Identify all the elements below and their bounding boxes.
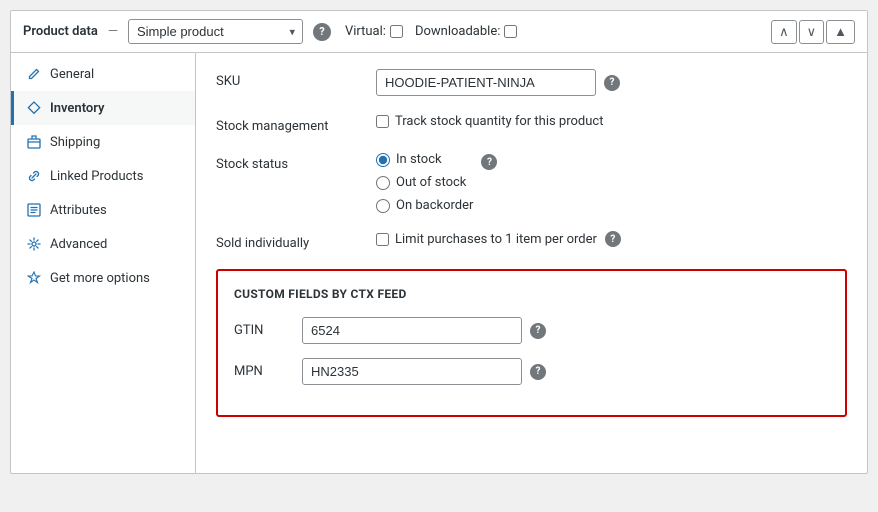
sold-individually-label: Sold individually xyxy=(216,231,376,251)
package-icon xyxy=(26,134,42,150)
product-type-help-icon[interactable]: ? xyxy=(313,23,331,41)
sold-individually-checkbox-label[interactable]: Limit purchases to 1 item per order xyxy=(376,232,597,247)
sidebar: General Inventory Shipp xyxy=(11,53,196,473)
downloadable-label: Downloadable: xyxy=(415,24,500,39)
product-data-panel: Product data — Simple product Grouped pr… xyxy=(10,10,868,474)
sku-label: SKU xyxy=(216,69,376,89)
stock-status-instock-label[interactable]: In stock xyxy=(376,152,473,167)
stock-status-instock-text: In stock xyxy=(396,152,442,167)
panel-body: General Inventory Shipp xyxy=(11,53,867,473)
header-nav-buttons: ∧ ∨ ▲ xyxy=(771,20,855,44)
stock-status-outofstock-text: Out of stock xyxy=(396,175,466,190)
sidebar-item-shipping-label: Shipping xyxy=(50,135,100,150)
mpn-label: MPN xyxy=(234,364,294,379)
stock-management-row: Stock management Track stock quantity fo… xyxy=(216,114,847,134)
sidebar-item-advanced-label: Advanced xyxy=(50,237,107,252)
sku-help-icon[interactable]: ? xyxy=(604,75,620,91)
downloadable-checkbox-label[interactable]: Downloadable: xyxy=(415,24,517,39)
list-icon xyxy=(26,202,42,218)
sidebar-item-get-more-options-label: Get more options xyxy=(50,271,150,286)
mpn-input[interactable] xyxy=(302,358,522,385)
nav-up-button[interactable]: ∧ xyxy=(771,20,797,44)
sidebar-item-linked-products-label: Linked Products xyxy=(50,169,143,184)
downloadable-checkbox[interactable] xyxy=(504,25,517,38)
stock-status-label: Stock status xyxy=(216,152,376,172)
sku-row: SKU ? xyxy=(216,69,847,96)
sidebar-item-inventory-label: Inventory xyxy=(50,101,105,116)
stock-status-outofstock-label[interactable]: Out of stock xyxy=(376,175,473,190)
virtual-checkbox[interactable] xyxy=(390,25,403,38)
sidebar-item-advanced[interactable]: Advanced xyxy=(11,227,195,261)
gear-icon xyxy=(26,236,42,252)
stock-status-outofstock-radio[interactable] xyxy=(376,176,390,190)
product-type-select[interactable]: Simple product Grouped product External/… xyxy=(128,19,303,44)
sidebar-item-general[interactable]: General xyxy=(11,57,195,91)
stock-status-row: Stock status In stock Out of stock xyxy=(216,152,847,213)
sidebar-item-shipping[interactable]: Shipping xyxy=(11,125,195,159)
stock-status-radio-group: In stock Out of stock On backorder xyxy=(376,152,473,213)
gtin-help-icon[interactable]: ? xyxy=(530,323,546,339)
virtual-checkbox-label[interactable]: Virtual: xyxy=(345,24,403,39)
panel-title: Product data xyxy=(23,24,98,39)
stock-status-instock-radio[interactable] xyxy=(376,153,390,167)
custom-fields-title: CUSTOM FIELDS by CTX Feed xyxy=(234,287,829,301)
sold-individually-row: Sold individually Limit purchases to 1 i… xyxy=(216,231,847,251)
stock-management-checkbox-text: Track stock quantity for this product xyxy=(395,114,603,129)
virtual-label: Virtual: xyxy=(345,24,386,39)
sku-input[interactable] xyxy=(376,69,596,96)
sold-individually-checkbox[interactable] xyxy=(376,233,389,246)
star-icon xyxy=(26,270,42,286)
header-separator: — xyxy=(108,24,118,39)
sold-individually-checkbox-text: Limit purchases to 1 item per order xyxy=(395,232,597,247)
custom-fields-section: CUSTOM FIELDS by CTX Feed GTIN ? MPN ? xyxy=(216,269,847,417)
stock-status-help-icon[interactable]: ? xyxy=(481,154,497,170)
stock-management-label: Stock management xyxy=(216,114,376,134)
link-icon xyxy=(26,168,42,184)
pencil-icon xyxy=(26,66,42,82)
stock-management-checkbox-label[interactable]: Track stock quantity for this product xyxy=(376,114,603,129)
gtin-input[interactable] xyxy=(302,317,522,344)
diamond-icon xyxy=(26,100,42,116)
product-type-selector[interactable]: Simple product Grouped product External/… xyxy=(128,19,303,44)
stock-status-onbackorder-radio[interactable] xyxy=(376,199,390,213)
mpn-help-icon[interactable]: ? xyxy=(530,364,546,380)
gtin-label: GTIN xyxy=(234,323,294,338)
sidebar-item-attributes-label: Attributes xyxy=(50,203,107,218)
stock-status-onbackorder-label[interactable]: On backorder xyxy=(376,198,473,213)
nav-down-button[interactable]: ∨ xyxy=(799,20,825,44)
virtual-download-options: Virtual: Downloadable: xyxy=(345,24,517,39)
sidebar-item-get-more-options[interactable]: Get more options xyxy=(11,261,195,295)
gtin-row: GTIN ? xyxy=(234,317,829,344)
stock-status-onbackorder-text: On backorder xyxy=(396,198,473,213)
sidebar-item-attributes[interactable]: Attributes xyxy=(11,193,195,227)
stock-management-control-wrap: Track stock quantity for this product xyxy=(376,114,847,129)
sold-individually-control-wrap: Limit purchases to 1 item per order ? xyxy=(376,231,847,247)
panel-header: Product data — Simple product Grouped pr… xyxy=(11,11,867,53)
mpn-row: MPN ? xyxy=(234,358,829,385)
main-content: SKU ? Stock management Track stock quant… xyxy=(196,53,867,473)
sidebar-item-inventory[interactable]: Inventory xyxy=(11,91,195,125)
collapse-button[interactable]: ▲ xyxy=(826,20,855,44)
sidebar-item-general-label: General xyxy=(50,67,94,82)
sku-control-wrap: ? xyxy=(376,69,847,96)
stock-management-checkbox[interactable] xyxy=(376,115,389,128)
product-type-select-wrapper[interactable]: Simple product Grouped product External/… xyxy=(128,19,303,44)
sold-individually-help-icon[interactable]: ? xyxy=(605,231,621,247)
stock-status-control-wrap: In stock Out of stock On backorder ? xyxy=(376,152,847,213)
sidebar-item-linked-products[interactable]: Linked Products xyxy=(11,159,195,193)
